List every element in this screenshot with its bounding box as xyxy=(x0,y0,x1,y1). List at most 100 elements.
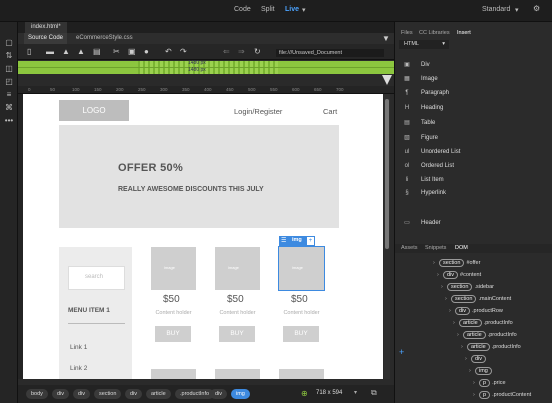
back-icon[interactable]: ⇐ xyxy=(223,47,230,56)
insert-item-table[interactable]: ▤ Table xyxy=(395,116,552,130)
open-document-icon[interactable]: ▢ xyxy=(0,36,18,49)
breadcrumb-body[interactable]: body xyxy=(26,389,48,399)
breadcrumb-productinfo[interactable]: .productInfo xyxy=(175,389,215,399)
product-image[interactable]: image xyxy=(215,247,260,290)
undo-icon[interactable]: ↶ xyxy=(165,47,172,56)
insert-item-header[interactable]: ▭ Header xyxy=(395,216,552,230)
filter-icon[interactable]: ▼ xyxy=(382,33,390,44)
dom-node-div[interactable]: › div .productRow xyxy=(449,306,503,316)
product-image[interactable]: image xyxy=(151,247,196,290)
breadcrumb-div[interactable]: div xyxy=(125,389,143,399)
logo-block[interactable]: LOGO xyxy=(59,100,129,121)
buy-button[interactable]: BUY xyxy=(283,326,319,342)
dom-node-section[interactable]: › section .mainContent xyxy=(445,294,511,304)
insert-category-select[interactable]: HTML ▾ xyxy=(399,40,449,49)
window-size-dropdown-icon[interactable]: ▾ xyxy=(354,389,357,396)
dom-node-div[interactable]: › div #content xyxy=(437,270,481,280)
product-holder: Content holder xyxy=(155,310,192,316)
live-view-button[interactable]: Live xyxy=(285,6,299,13)
workspace-dropdown-icon[interactable]: ▾ xyxy=(515,6,519,14)
document-tab[interactable]: index.html* xyxy=(25,22,67,33)
live-dropdown-icon[interactable]: ▾ xyxy=(302,6,306,14)
dom-node-article[interactable]: › article .productInfo xyxy=(461,342,521,352)
hamburger-icon[interactable]: ☰ xyxy=(281,237,286,244)
breadcrumb-div[interactable]: div xyxy=(210,389,228,399)
dom-node-div[interactable]: › div xyxy=(465,354,488,364)
breadcrumb-img[interactable]: img xyxy=(231,389,250,399)
breadcrumb-div[interactable]: div xyxy=(73,389,91,399)
tab-snippets[interactable]: Snippets xyxy=(425,244,446,253)
breadcrumb-section[interactable]: section xyxy=(94,389,122,399)
sidebar-link-2[interactable]: Link 2 xyxy=(70,365,87,372)
resize-handle-icon[interactable] xyxy=(382,75,392,85)
sidebar-link-1[interactable]: Link 1 xyxy=(70,344,87,351)
file-management-icon[interactable]: ⇅ xyxy=(0,49,18,62)
code-view-button[interactable]: Code xyxy=(234,6,251,13)
tab-insert[interactable]: Insert xyxy=(457,29,471,37)
paste-icon[interactable]: ● xyxy=(144,47,149,56)
dom-node-article[interactable]: › article .productInfo xyxy=(453,318,513,328)
gear-icon[interactable]: ⚙ xyxy=(533,4,540,13)
insert-item-image[interactable]: ▦ Image xyxy=(395,72,552,86)
forward-icon[interactable]: ⇒ xyxy=(238,47,245,56)
buy-button[interactable]: BUY xyxy=(219,326,255,342)
source-code-tab[interactable]: Source Code xyxy=(24,33,68,44)
product-image-selected[interactable]: image xyxy=(278,246,325,291)
insert-item-hyperlink[interactable]: § Hyperlink xyxy=(395,186,552,200)
upload-icon[interactable]: ▲ xyxy=(62,47,70,56)
buy-button[interactable]: BUY xyxy=(155,326,191,342)
insert-item-heading[interactable]: H Heading xyxy=(395,101,552,115)
cart-link[interactable]: Cart xyxy=(323,107,337,116)
tab-dom[interactable]: DOM xyxy=(455,244,468,253)
add-class-icon[interactable]: + xyxy=(307,237,314,245)
print-icon[interactable]: ▤ xyxy=(93,47,101,56)
add-element-icon[interactable]: + xyxy=(399,347,409,357)
media-query-bar-2[interactable]: 1480 px xyxy=(18,67,394,74)
copy-icon[interactable]: ▣ xyxy=(128,47,136,56)
dom-node-article[interactable]: › article .productInfo xyxy=(457,330,517,340)
search-input[interactable]: search xyxy=(68,266,125,290)
workspace-switcher[interactable]: Standard xyxy=(482,6,510,13)
put-icon[interactable]: ▲ xyxy=(77,47,85,56)
insert-item-paragraph[interactable]: ¶ Paragraph xyxy=(395,86,552,100)
css-file-tab[interactable]: eCommerceStyle.css xyxy=(76,33,133,44)
live-view-options-icon[interactable]: ◫ xyxy=(0,62,18,75)
product-image-row2[interactable] xyxy=(151,369,196,379)
dom-node-p[interactable]: › p .productContent xyxy=(473,390,531,400)
insert-item-list-item[interactable]: li List Item xyxy=(395,173,552,187)
dom-node-img[interactable]: › img xyxy=(469,366,494,376)
product-image-row2[interactable] xyxy=(279,369,324,379)
save-icon[interactable]: ▬ xyxy=(46,47,54,56)
preview-icon[interactable]: ⧉ xyxy=(371,388,377,398)
dom-node-section[interactable]: › section #offer xyxy=(433,258,480,268)
element-display-badge[interactable]: ☰ img + xyxy=(279,236,315,246)
cut-icon[interactable]: ✂ xyxy=(113,47,120,56)
tab-cc-libraries[interactable]: CC Libraries xyxy=(419,29,450,37)
tab-assets[interactable]: Assets xyxy=(401,244,418,253)
format-source-icon[interactable]: ≡ xyxy=(0,88,18,101)
tab-files[interactable]: Files xyxy=(401,29,413,37)
url-field[interactable]: file:///Unsaved_Document xyxy=(276,49,384,57)
vertical-scrollbar[interactable] xyxy=(384,94,390,379)
new-file-icon[interactable]: ▯ xyxy=(27,47,31,56)
dom-node-section[interactable]: › section .sidebar xyxy=(441,282,494,292)
redo-icon[interactable]: ↷ xyxy=(180,47,187,56)
insert-item-figure[interactable]: ▧ Figure xyxy=(395,131,552,145)
split-view-button[interactable]: Split xyxy=(261,6,275,13)
dom-node-p[interactable]: › p .price xyxy=(473,378,506,388)
insert-item-unordered-list[interactable]: ul Unordered List xyxy=(395,145,552,159)
breadcrumb-div[interactable]: div xyxy=(52,389,70,399)
menu-item-heading[interactable]: MENU ITEM 1 xyxy=(68,307,110,314)
inspect-icon[interactable]: ◰ xyxy=(0,75,18,88)
insert-item-ordered-list[interactable]: ol Ordered List xyxy=(395,159,552,173)
refresh-icon[interactable]: ↻ xyxy=(254,47,261,56)
login-register-link[interactable]: Login/Register xyxy=(234,107,282,116)
insert-item-div[interactable]: ▣ Div xyxy=(395,58,552,72)
window-size[interactable]: 718 x 594 xyxy=(316,390,342,396)
product-image-row2[interactable] xyxy=(215,369,260,379)
live-view-canvas[interactable]: LOGO Login/Register Cart OFFER 50% REALL… xyxy=(23,94,383,379)
more-tools-icon[interactable]: ••• xyxy=(0,114,18,127)
wrap-tag-icon[interactable]: ⌘ xyxy=(0,101,18,114)
scrollbar-thumb[interactable] xyxy=(385,99,389,249)
breadcrumb-article[interactable]: article xyxy=(146,389,171,399)
